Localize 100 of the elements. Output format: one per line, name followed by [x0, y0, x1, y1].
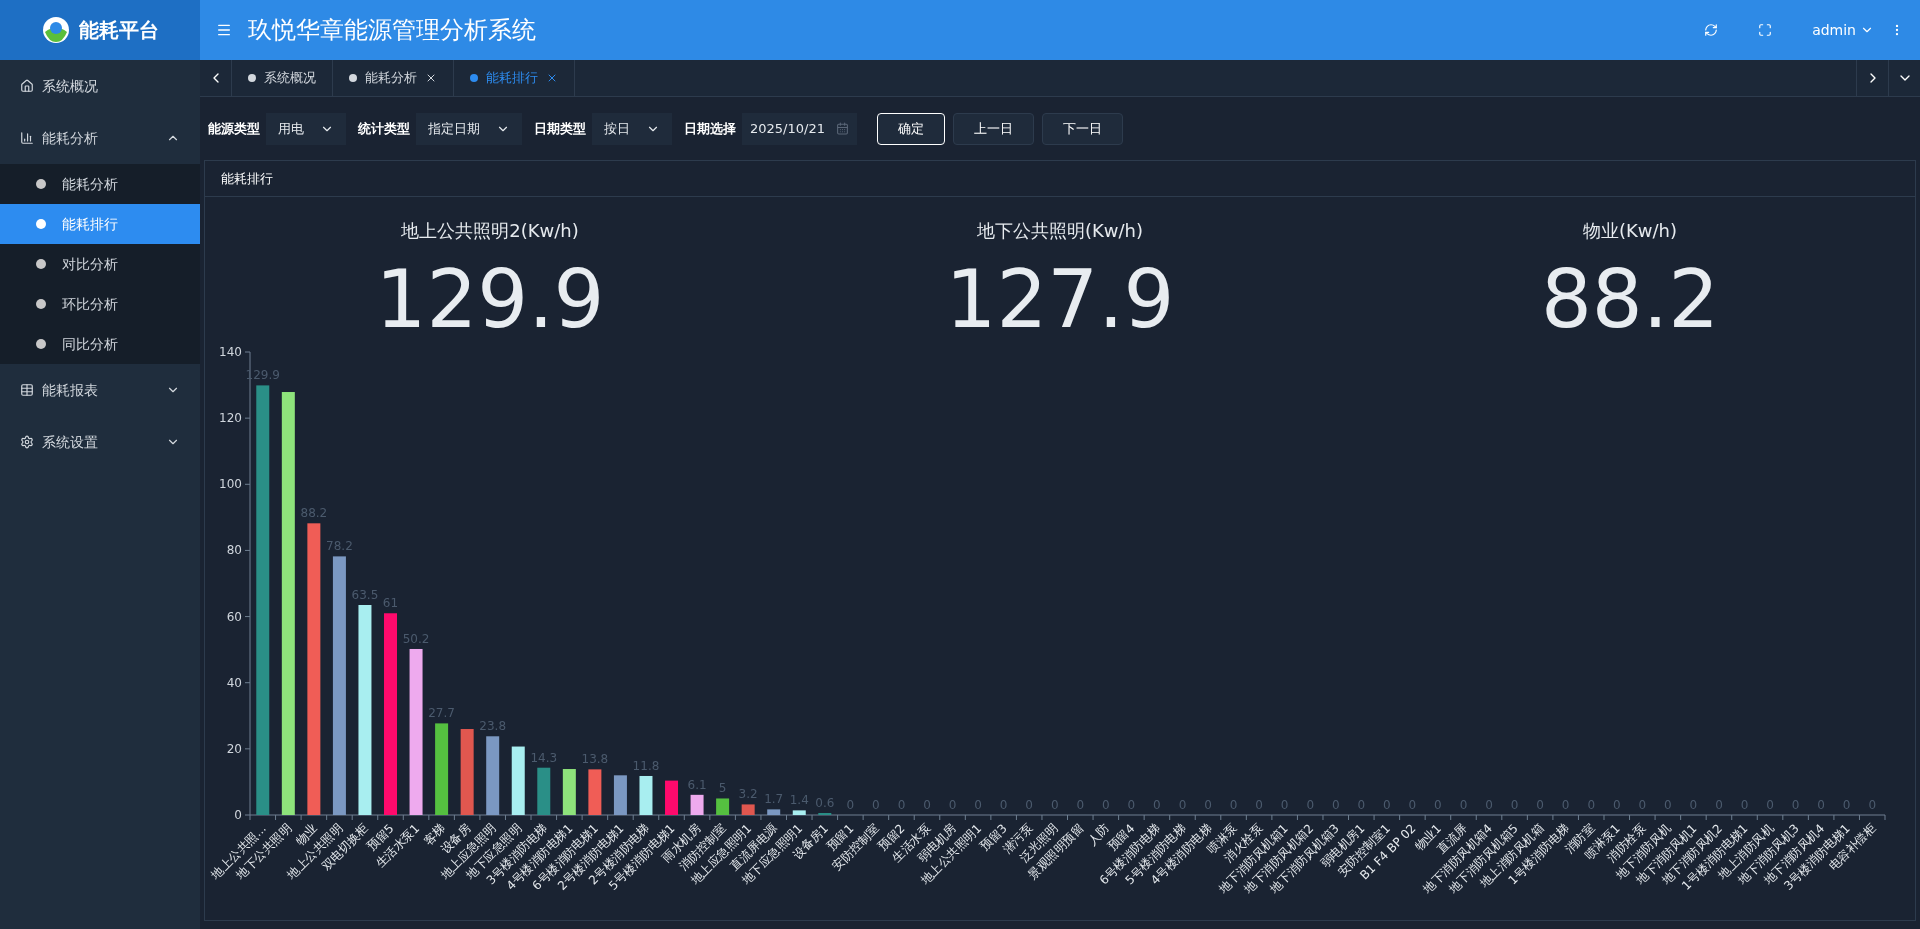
- page-tab[interactable]: 能耗排行: [454, 60, 575, 96]
- bar-value-label: 0: [1791, 798, 1800, 812]
- kpi-label: 地下公共照明(Kw/h): [976, 219, 1143, 243]
- panel-title: 能耗排行: [221, 169, 273, 188]
- bar-value-label: 129.9: [245, 368, 280, 383]
- sidebar-subitem[interactable]: 能耗分析: [0, 164, 200, 204]
- action-button[interactable]: 下一日: [1042, 112, 1123, 145]
- kpi-label: 地上公共照明2(Kw/h): [401, 219, 579, 243]
- refresh-icon[interactable]: [1704, 23, 1719, 37]
- app-title: 玖悦华章能源管理分析系统: [248, 15, 536, 46]
- bullet-icon: [36, 299, 46, 309]
- bar-value-label: 0: [1280, 798, 1289, 812]
- bar-value-label: 50.2: [402, 632, 430, 646]
- kpi-value: 129.9: [375, 260, 605, 340]
- y-tick-label: 140: [219, 345, 242, 359]
- bar-value-label: 1.7: [764, 792, 784, 807]
- date-field[interactable]: 2025/10/21: [742, 112, 857, 145]
- bar-value-label: 0: [1102, 798, 1110, 812]
- y-tick-label: 0: [234, 808, 242, 822]
- bar-value-label: 0: [1331, 798, 1340, 812]
- bullet-icon: [36, 339, 46, 349]
- bar-value-label: 0: [1025, 798, 1033, 812]
- action-button[interactable]: 上一日: [953, 112, 1034, 145]
- menu-icon[interactable]: [216, 22, 232, 38]
- table-icon: [20, 383, 34, 397]
- bar-value-label: 0: [1434, 798, 1442, 812]
- bar-value-label: 3.2: [738, 787, 758, 802]
- bar-value-label: 1.4: [789, 793, 809, 808]
- y-tick-label: 120: [219, 411, 242, 426]
- close-icon[interactable]: [425, 72, 437, 84]
- sidebar-menu-item[interactable]: 系统概况: [0, 60, 200, 112]
- bar-value-label: 0: [1536, 798, 1544, 812]
- filter-label: 日期选择: [684, 119, 736, 138]
- bar-value-label: 0: [1076, 798, 1085, 812]
- page-tab[interactable]: 能耗分析: [333, 60, 454, 96]
- bar-value-label: 0: [1740, 798, 1749, 812]
- bar-value-label: 0: [1664, 798, 1672, 812]
- bar-value-label: 0: [1255, 798, 1263, 812]
- sidebar-menu-item[interactable]: 系统设置: [0, 416, 200, 468]
- y-tick-label: 60: [226, 609, 242, 624]
- sidebar-subitem[interactable]: 同比分析: [0, 324, 200, 364]
- sidebar-menu-item[interactable]: 能耗分析: [0, 112, 200, 164]
- bar-value-label: 0: [1229, 798, 1238, 812]
- filter-label: 日期类型: [534, 119, 586, 138]
- filter-label: 统计类型: [358, 119, 410, 138]
- bullet-icon: [36, 179, 46, 189]
- bar-value-label: 0: [1153, 798, 1161, 812]
- bar-value-label: 0: [1408, 798, 1417, 812]
- bar-value-label: 27.7: [428, 706, 455, 721]
- bullet-icon: [36, 219, 46, 229]
- bar-value-label: 0: [846, 798, 855, 812]
- kpi-value: 88.2: [1540, 260, 1720, 340]
- bar-value-label: 0.6: [815, 796, 835, 810]
- y-tick-label: 80: [226, 543, 242, 558]
- bar-value-label: 0: [1050, 798, 1059, 812]
- y-tick-label: 40: [226, 675, 242, 690]
- bar-value-label: 0: [1766, 798, 1774, 812]
- bar-value-label: 61: [382, 596, 399, 611]
- bar-value-label: 14.3: [530, 750, 558, 765]
- bar-value-label: 0: [1868, 798, 1877, 812]
- bar-value-label: 0: [999, 798, 1008, 812]
- bar-value-label: 0: [948, 798, 957, 812]
- bar-value-label: 0: [1587, 798, 1596, 812]
- page-tab[interactable]: 系统概况: [232, 60, 333, 96]
- sidebar-subitem[interactable]: 环比分析: [0, 284, 200, 324]
- y-tick-label: 20: [226, 741, 242, 756]
- bar-value-label: 0: [1715, 798, 1723, 812]
- kpi-value: 127.9: [945, 260, 1175, 340]
- filter-label: 能源类型: [208, 119, 260, 138]
- bar-value-label: 78.2: [326, 539, 353, 554]
- action-button[interactable]: 确定: [877, 112, 945, 145]
- bar-value-label: 0: [1638, 798, 1647, 812]
- bar-value-label: 0: [897, 798, 906, 812]
- kpi-label: 物业(Kw/h): [1582, 219, 1677, 243]
- bar-value-label: 0: [1459, 798, 1468, 812]
- select-field[interactable]: 按日: [592, 112, 672, 145]
- select-field[interactable]: 指定日期: [416, 112, 522, 145]
- bar-value-label: 0: [1612, 798, 1621, 812]
- logo-text: 能耗平台: [79, 17, 159, 44]
- bar-value-label: 0: [1178, 798, 1187, 812]
- logo-icon: [41, 15, 71, 45]
- select-field[interactable]: 用电: [266, 112, 346, 145]
- bar-value-label: 0: [1204, 798, 1212, 812]
- close-icon[interactable]: [546, 72, 558, 84]
- bar-value-label: 0: [1817, 798, 1825, 812]
- sidebar-subitem[interactable]: 对比分析: [0, 244, 200, 284]
- bar-value-label: 88.2: [300, 506, 328, 521]
- calendar-icon: [836, 122, 849, 135]
- bar-value-label: 0: [1357, 798, 1366, 812]
- home-icon: [20, 79, 34, 93]
- bar-value-label: 0: [1561, 798, 1570, 812]
- bar-value-label: 0: [872, 798, 880, 812]
- sidebar-menu-item[interactable]: 能耗报表: [0, 364, 200, 416]
- bar-value-label: 5: [718, 781, 727, 796]
- user-menu[interactable]: admin: [1812, 19, 1874, 41]
- bar-value-label: 0: [1842, 798, 1851, 812]
- bar-value-label: 0: [1383, 798, 1391, 812]
- bar-value-label: 0: [1689, 798, 1698, 812]
- bar-value-label: 13.8: [581, 752, 609, 767]
- fullscreen-icon[interactable]: [1758, 23, 1773, 37]
